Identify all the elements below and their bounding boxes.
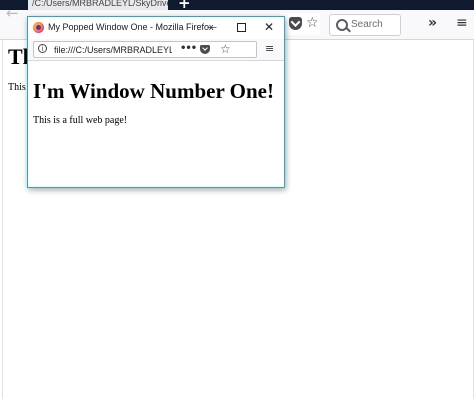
popup-page-paragraph: This is a full web page! xyxy=(33,115,128,126)
popup-url-text[interactable]: file:///C:/Users/MRBRADLEYL/SkyDrive xyxy=(54,44,172,56)
close-window-button[interactable]: ✕ xyxy=(261,20,277,35)
popup-window: My Popped Window One - Mozilla Firefox —… xyxy=(27,16,285,188)
bookmark-star-icon[interactable]: ☆ xyxy=(306,14,319,32)
search-placeholder: Search xyxy=(351,19,383,30)
popup-page-content: I'm Window Number One! This is a full we… xyxy=(28,61,284,187)
popup-title-bar[interactable]: My Popped Window One - Mozilla Firefox —… xyxy=(28,17,284,39)
main-tab-title: /C:/Users/MRBRADLEYL/SkyDrive/ xyxy=(32,0,168,8)
maximize-button[interactable] xyxy=(233,20,249,35)
overflow-chevron-icon[interactable]: » xyxy=(428,14,437,32)
popup-page-heading: I'm Window Number One! xyxy=(33,79,274,103)
main-page-paragraph: This xyxy=(8,82,26,93)
page-actions-icon[interactable]: ••• xyxy=(180,42,197,56)
pocket-icon[interactable] xyxy=(200,45,210,54)
firefox-logo-icon xyxy=(33,22,44,33)
minimize-button[interactable]: — xyxy=(204,20,220,35)
maximize-icon xyxy=(236,23,246,32)
back-arrow-icon[interactable]: ← xyxy=(6,6,19,21)
popup-nav-bar: i file:///C:/Users/MRBRADLEYL/SkyDrive •… xyxy=(28,39,284,61)
bookmark-star-icon[interactable]: ☆ xyxy=(220,42,231,57)
search-icon xyxy=(336,19,348,31)
main-tab[interactable]: /C:/Users/MRBRADLEYL/SkyDrive/ × xyxy=(28,0,168,10)
hamburger-menu-icon[interactable]: ≡ xyxy=(265,42,274,56)
page-edge-left xyxy=(2,40,3,399)
pocket-icon[interactable] xyxy=(289,17,302,30)
new-tab-icon[interactable]: + xyxy=(178,0,191,11)
site-info-icon[interactable]: i xyxy=(38,44,47,53)
popup-window-title: My Popped Window One - Mozilla Firefox xyxy=(48,22,214,32)
hamburger-menu-icon[interactable]: ≡ xyxy=(456,14,468,32)
search-box[interactable]: Search xyxy=(329,14,401,36)
popup-url-bar[interactable]: i file:///C:/Users/MRBRADLEYL/SkyDrive •… xyxy=(33,41,257,58)
